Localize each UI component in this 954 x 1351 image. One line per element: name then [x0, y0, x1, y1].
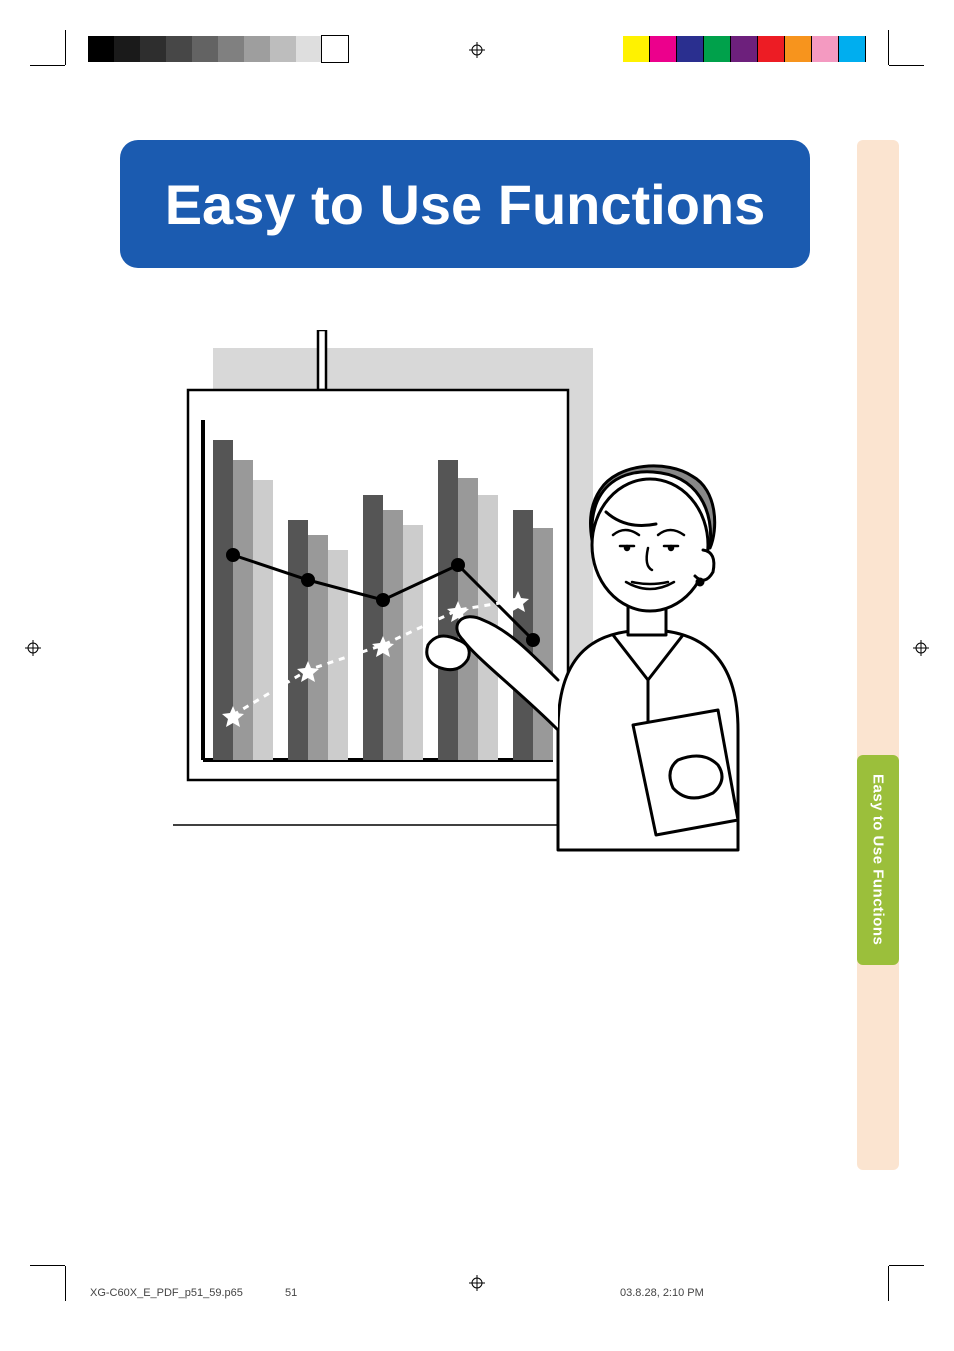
registration-mark-icon — [25, 640, 41, 656]
presentation-illustration — [158, 330, 768, 860]
section-title: Easy to Use Functions — [165, 172, 766, 237]
registration-mark-icon — [913, 640, 929, 656]
side-tab-easy-to-use: Easy to Use Functions — [857, 755, 899, 965]
registration-mark-icon — [469, 1275, 485, 1291]
registration-mark-icon — [469, 42, 485, 58]
grayscale-calibration-bar — [88, 36, 348, 62]
footer-datetime: 03.8.28, 2:10 PM — [620, 1287, 704, 1299]
side-tab-background — [857, 140, 899, 1170]
section-title-panel: Easy to Use Functions — [120, 140, 810, 268]
footer-filename: XG-C60X_E_PDF_p51_59.p65 — [90, 1287, 243, 1299]
color-calibration-bar — [623, 36, 866, 62]
side-tab-label: Easy to Use Functions — [870, 774, 887, 945]
footer-page-number: 51 — [285, 1287, 297, 1299]
